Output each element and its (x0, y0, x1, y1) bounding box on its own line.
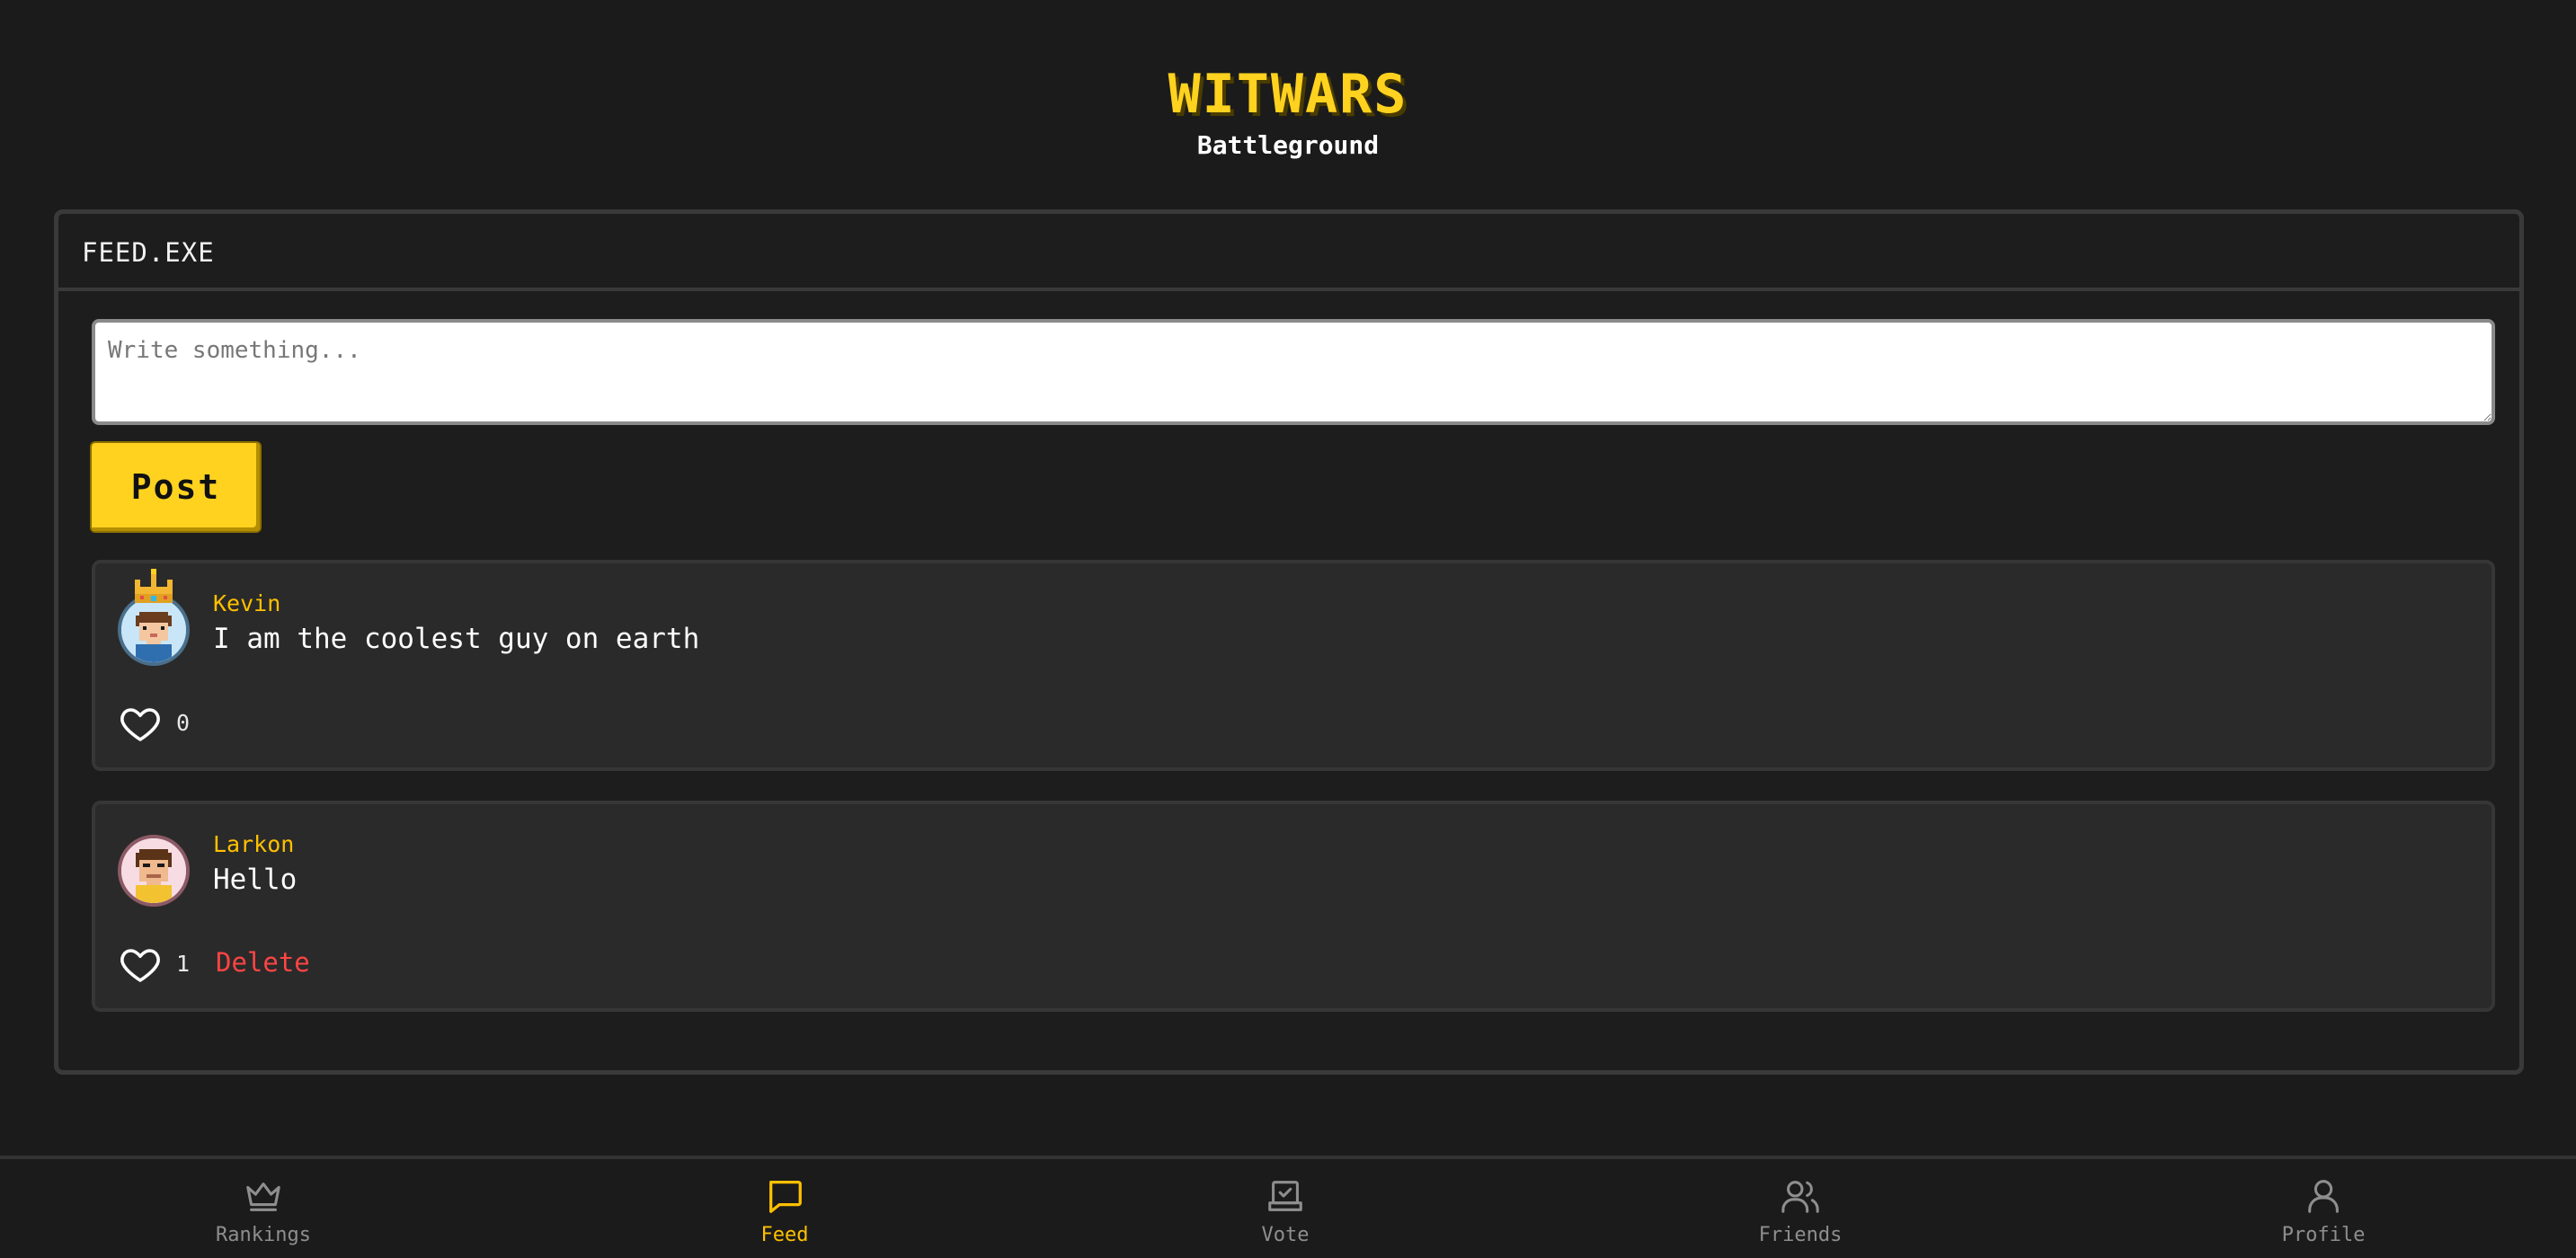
pixel-avatar-blue-icon (118, 594, 190, 666)
window-title: FEED.EXE (82, 237, 215, 268)
crown-icon (135, 569, 173, 603)
post-text: Hello (213, 864, 298, 896)
nav-label: Friends (1758, 1224, 1843, 1246)
nav-profile[interactable]: Profile (2225, 1159, 2422, 1258)
chat-bubble-icon (769, 1181, 802, 1213)
bottom-navigation: Rankings Feed Vote Friends Profile (0, 1156, 2576, 1258)
app-header: WITWARS Battleground (0, 0, 2576, 198)
post-author[interactable]: Larkon (213, 831, 294, 857)
like-count: 0 (176, 710, 191, 736)
nav-rankings[interactable]: Rankings (164, 1159, 362, 1258)
post-composer-input[interactable] (92, 319, 2495, 425)
nav-friends[interactable]: Friends (1701, 1159, 1899, 1258)
like-count: 1 (176, 951, 191, 977)
heart-icon[interactable] (118, 943, 163, 986)
nav-label: Feed (760, 1224, 809, 1246)
nav-label: Vote (1261, 1224, 1310, 1246)
ballot-box-icon (1268, 1181, 1302, 1211)
nav-label: Profile (2281, 1224, 2366, 1246)
post-card: Kevin I am the coolest guy on earth 0 (92, 560, 2495, 771)
post-button[interactable]: Post (92, 443, 260, 531)
nav-vote[interactable]: Vote (1186, 1159, 1384, 1258)
window-title-bar: FEED.EXE (58, 214, 2519, 291)
crown-icon (246, 1183, 280, 1211)
app-subtitle: Battleground (1196, 130, 1380, 160)
user-icon (2308, 1180, 2339, 1213)
app-title: WITWARS (1168, 63, 1408, 126)
nav-label: Rankings (216, 1224, 311, 1246)
post-text: I am the coolest guy on earth (213, 623, 700, 655)
nav-feed[interactable]: Feed (686, 1159, 884, 1258)
pixel-avatar-pink-icon (118, 835, 190, 907)
post-author[interactable]: Kevin (213, 590, 280, 616)
feed-window: FEED.EXE Post (54, 209, 2524, 1075)
delete-post-button[interactable]: Delete (216, 947, 310, 978)
heart-icon[interactable] (118, 702, 163, 745)
users-icon (1781, 1181, 1819, 1213)
post-card: Larkon Hello 1 Delete (92, 801, 2495, 1012)
